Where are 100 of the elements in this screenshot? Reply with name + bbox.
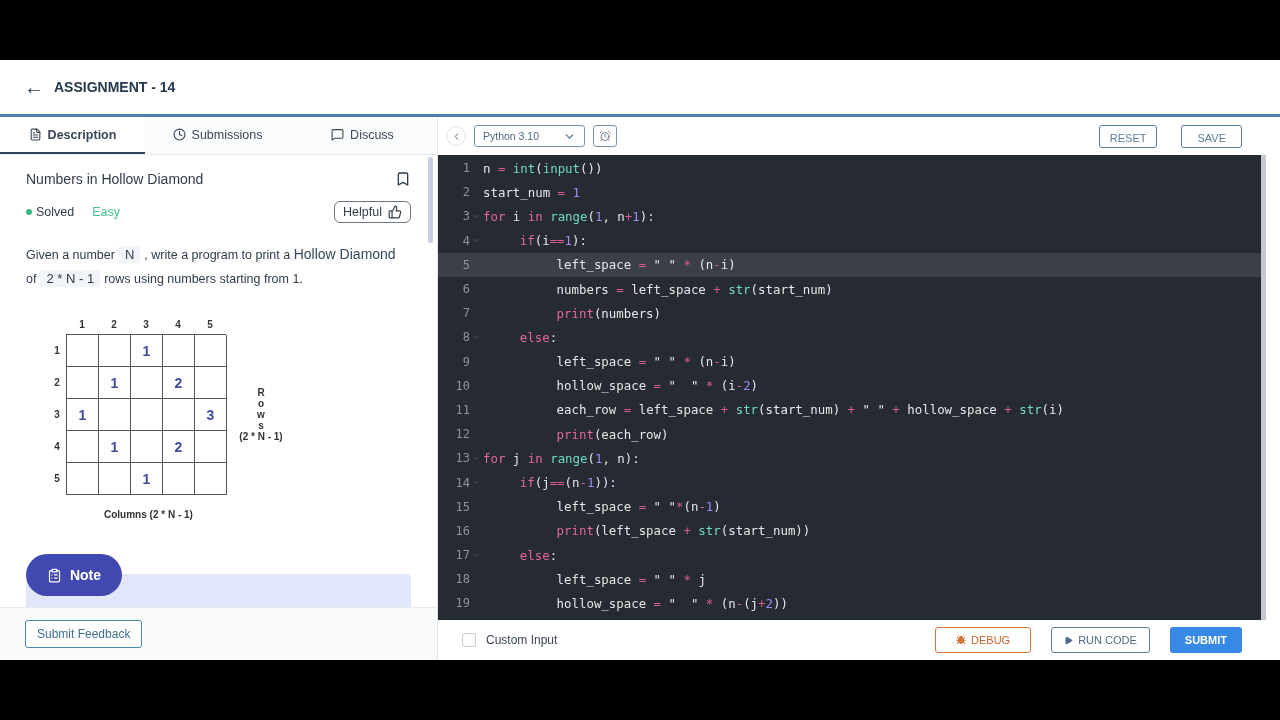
grid-cell <box>195 335 227 367</box>
row-number: 5 <box>53 473 61 484</box>
line-number: 6 <box>461 282 470 297</box>
custom-input-label: Custom Input <box>486 633 558 647</box>
fold-caret-icon[interactable] <box>473 551 480 559</box>
line-number: 19 <box>454 596 470 611</box>
clipboard-icon <box>46 567 62 583</box>
grid-cell <box>131 431 163 463</box>
row-number: 4 <box>53 441 61 452</box>
grid-cell <box>99 463 131 495</box>
tab[interactable]: Submissions <box>145 117 290 154</box>
code-editor[interactable] <box>438 155 1261 620</box>
fold-caret-icon[interactable] <box>473 479 480 487</box>
line-number: 18 <box>454 572 470 587</box>
column-number: 4 <box>174 319 182 330</box>
helpful-button[interactable]: Helpful <box>334 201 411 223</box>
grid-cell <box>163 399 195 431</box>
code-text: print(each_row) <box>555 426 669 442</box>
line-number: 8 <box>461 330 470 345</box>
fold-caret-icon[interactable] <box>473 212 480 220</box>
line-number: 16 <box>454 523 470 538</box>
chat-bubble-icon <box>331 128 345 141</box>
custom-input-checkbox[interactable] <box>462 633 476 647</box>
line-number: 14 <box>454 475 470 490</box>
scrollbar-thumb[interactable] <box>428 157 433 243</box>
reset-button[interactable]: RESET <box>1098 124 1158 148</box>
line-number: 7 <box>461 306 470 321</box>
rows-formula: (2 * N - 1) <box>239 431 283 442</box>
code-text: left_space = " " * j <box>555 571 706 587</box>
code-text: print(left_space + str(start_num)) <box>555 523 811 539</box>
alarm-clock-icon <box>599 130 612 142</box>
code-text: if(j==(n-1)): <box>518 475 617 491</box>
code-text: else: <box>518 329 558 345</box>
collapse-button[interactable] <box>446 126 466 146</box>
code-text: if(i==1): <box>518 233 587 249</box>
document-icon <box>28 128 42 141</box>
grid-cell <box>131 367 163 399</box>
line-number: 12 <box>454 427 470 442</box>
grid-cell <box>195 367 227 399</box>
bug-icon <box>956 635 967 645</box>
problem-title: Numbers in Hollow Diamond <box>26 171 204 187</box>
row-number: 1 <box>53 345 61 356</box>
grid-cell: 1 <box>99 431 131 463</box>
column-number: 1 <box>78 319 86 330</box>
fold-caret-icon[interactable] <box>473 237 480 245</box>
solved-status: Solved <box>36 205 75 219</box>
line-number: 10 <box>454 378 470 393</box>
grid-cell: 1 <box>99 367 131 399</box>
code-text: numbers = left_space + str(start_num) <box>555 281 833 297</box>
line-number: 4 <box>461 233 470 248</box>
submit-button[interactable]: SUBMIT <box>1169 627 1242 653</box>
grid-cell <box>195 431 227 463</box>
grid-cell: 2 <box>163 367 195 399</box>
grid-cell <box>163 463 195 495</box>
row-number: 3 <box>53 409 61 420</box>
line-number: 13 <box>454 451 470 466</box>
code-text: each_row = left_space + str(start_num) + " " + hollow_space + str(i) <box>555 402 1064 418</box>
columns-label: Columns (2 * N - 1) <box>104 509 194 520</box>
difficulty-label: Easy <box>92 205 121 219</box>
line-number: 2 <box>461 185 470 200</box>
submit-feedback-button[interactable]: Submit Feedback <box>25 620 143 648</box>
code-text: hollow_space = " " * (i-2) <box>555 378 759 394</box>
grid-cell <box>131 399 163 431</box>
thumbs-up-icon <box>388 205 402 219</box>
grid-cell <box>195 463 227 495</box>
language-select[interactable]: Python 3.10 <box>474 125 586 147</box>
tab[interactable]: Discuss <box>290 117 435 154</box>
grid-cell: 2 <box>163 431 195 463</box>
page-title: ASSIGNMENT - 14 <box>54 79 176 95</box>
fold-caret-icon[interactable] <box>473 333 480 341</box>
grid-cell: 1 <box>67 399 99 431</box>
code-text: left_space = " "*(n-1) <box>555 499 721 515</box>
line-number: 11 <box>454 402 470 417</box>
code-text: left_space = " " * (n-i) <box>555 257 736 273</box>
run-code-button[interactable]: RUN CODE <box>1051 627 1150 653</box>
grid-cell: 1 <box>131 335 163 367</box>
clock-icon <box>172 128 186 141</box>
code-text: for j in range(1, n): <box>483 450 640 466</box>
grid-cell: 1 <box>131 463 163 495</box>
code-text: for i in range(1, n+1): <box>483 208 655 224</box>
alarm-clock-button[interactable] <box>593 125 618 147</box>
code-text: hollow_space = " " * (n-(j+2)) <box>555 595 788 611</box>
debug-button[interactable]: DEBUG <box>935 627 1032 653</box>
save-button[interactable]: SAVE <box>1181 124 1242 148</box>
bookmark-icon[interactable] <box>395 171 411 187</box>
back-arrow-icon[interactable]: ← <box>24 75 44 99</box>
code-text: print(numbers) <box>555 305 662 321</box>
line-number: 3 <box>461 209 470 224</box>
code-text: n = int(input()) <box>483 160 603 176</box>
play-icon <box>1064 635 1074 645</box>
line-number: 9 <box>461 354 470 369</box>
column-number: 5 <box>206 319 214 330</box>
column-number: 3 <box>142 319 150 330</box>
code-text: left_space = " " * (n-i) <box>555 354 736 370</box>
problem-description: Given a number N , write a program to print a Hollow Diamond of 2 * N - 1 rows using numbers starting from 1. <box>26 245 397 289</box>
grid-cell <box>99 399 131 431</box>
grid-cell: 3 <box>195 399 227 431</box>
column-number: 2 <box>110 319 118 330</box>
line-number: 1 <box>461 161 470 176</box>
fold-caret-icon[interactable] <box>473 454 480 462</box>
